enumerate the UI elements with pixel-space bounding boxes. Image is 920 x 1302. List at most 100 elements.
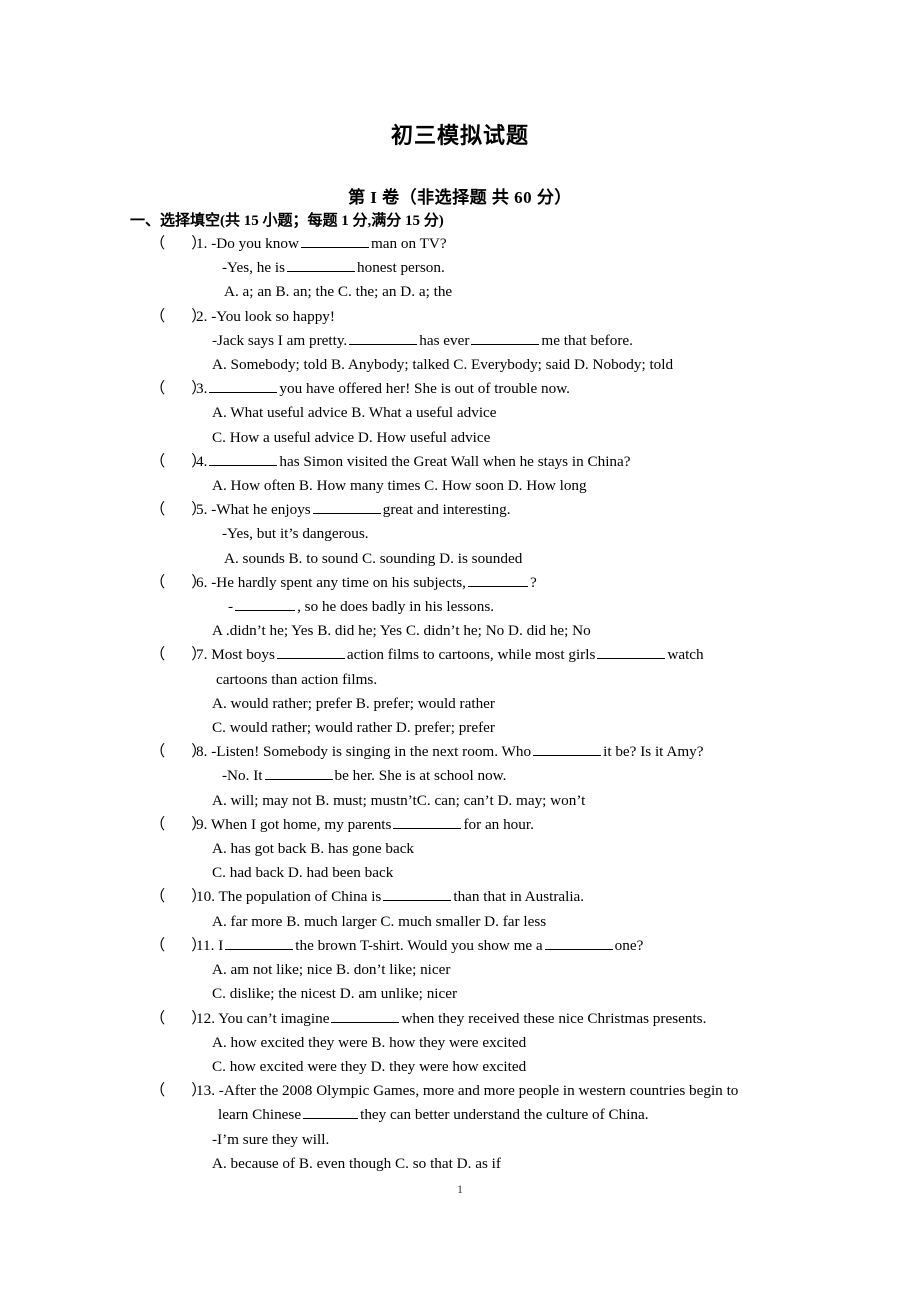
question-options[interactable]: A. because of B. even though C. so that … (150, 1152, 810, 1176)
answer-blank (331, 1007, 400, 1023)
question-options[interactable]: A. far more B. much larger C. much small… (150, 910, 810, 934)
question-item: （）11. Ithe brown T-shirt. Would you show… (150, 934, 810, 1007)
question-stem: （）7. Most boys action films to cartoons, … (150, 643, 810, 667)
question-stem: （）10. The population of China is than tha… (150, 885, 810, 909)
question-number: 2. (196, 307, 208, 325)
question-item: （）8. -Listen! Somebody is singing in the… (150, 740, 810, 813)
answer-bracket[interactable]: （） (150, 1079, 206, 1103)
question-list: （）1. -Do you know man on TV? -Yes, he is h… (150, 232, 810, 1176)
question-options[interactable]: A. will; may not B. must; mustn’tC. can;… (150, 789, 810, 813)
answer-bracket[interactable]: （） (150, 1007, 206, 1031)
question-continuation: learn Chinese they can better understand … (150, 1103, 810, 1127)
answer-blank (544, 934, 613, 950)
question-number: 10. (196, 888, 215, 906)
answer-bracket[interactable]: （） (150, 571, 206, 595)
answer-bracket[interactable]: （） (150, 934, 206, 958)
answer-blank (264, 765, 333, 781)
answer-bracket[interactable]: （） (150, 740, 206, 764)
answer-blank (235, 596, 296, 612)
question-item: （）13. -After the 2008 Olympic Games, mor… (150, 1079, 810, 1176)
answer-blank (393, 813, 462, 829)
question-continuation: cartoons than action films. (216, 670, 378, 688)
question-item: （）12. You can’t imagine when they receive… (150, 1007, 810, 1080)
question-stem: （）13. -After the 2008 Olympic Games, mor… (150, 1079, 810, 1103)
question-stem: （）3. you have offered her! She is out of … (150, 377, 810, 401)
question-item: （）1. -Do you know man on TV? -Yes, he is h… (150, 232, 810, 305)
question-number: 6. (196, 573, 208, 591)
answer-blank (303, 1104, 359, 1120)
answer-blank (209, 378, 278, 394)
question-item: （）2. -You look so happy! -Jack says I am… (150, 305, 810, 378)
question-options[interactable]: C. How a useful advice D. How useful adv… (150, 426, 810, 450)
section-heading: 一、选择填空(共 15 小题；每题 1 分,满分 15 分) (130, 213, 444, 229)
answer-bracket[interactable]: （） (150, 377, 206, 401)
answer-blank (300, 233, 369, 248)
question-options[interactable]: A. has got back B. has gone back (150, 837, 810, 861)
question-item: （）10. The population of China is than tha… (150, 885, 810, 933)
answer-bracket[interactable]: （） (150, 450, 206, 474)
question-options[interactable]: A. a; an B. an; the C. the; an D. a; the (150, 280, 810, 304)
question-stem: （）6. -He hardly spent any time on his su… (150, 571, 810, 595)
exam-page: 初三模拟试题 第 I 卷（非选择题 共 60 分） 一、选择填空(共 15 小题… (0, 0, 920, 1302)
answer-blank (209, 450, 278, 466)
question-number: 3. (196, 380, 208, 398)
answer-bracket[interactable]: （） (150, 885, 206, 909)
question-options[interactable]: A. sounds B. to sound C. sounding D. is … (150, 547, 810, 571)
question-item: （）4. has Simon visited the Great Wall whe… (150, 450, 810, 498)
question-stem: （）12. You can’t imagine when they receive… (150, 1007, 810, 1031)
question-options[interactable]: A .didn’t he; Yes B. did he; Yes C. didn… (150, 619, 810, 643)
answer-bracket[interactable]: （） (150, 813, 206, 837)
question-item: （）9. When I got home, my parents for an h… (150, 813, 810, 886)
answer-blank (533, 741, 602, 757)
question-stem: （）5. -What he enjoys great and interestin… (150, 498, 810, 522)
question-stem: （）4. has Simon visited the Great Wall whe… (150, 450, 810, 474)
question-stem: （）8. -Listen! Somebody is singing in the… (150, 740, 810, 764)
answer-blank (597, 644, 666, 660)
question-number: 12. (196, 1009, 215, 1027)
question-reply: -Jack says I am pretty. has ever me that b… (150, 329, 810, 353)
question-number: 8. (196, 743, 208, 761)
question-number: 1. (196, 235, 208, 252)
question-reply: -No. It be her. She is at school now. (150, 764, 810, 788)
question-options[interactable]: A. would rather; prefer B. prefer; would… (150, 692, 810, 716)
question-number: 5. (196, 501, 208, 519)
question-reply: -, so he does badly in his lessons. (150, 595, 810, 619)
answer-blank (471, 329, 540, 345)
answer-bracket[interactable]: （） (150, 643, 206, 667)
question-options[interactable]: C. had back D. had been back (150, 861, 810, 885)
answer-blank (312, 499, 381, 515)
question-number: 13. (196, 1082, 215, 1100)
answer-bracket[interactable]: （） (150, 232, 206, 256)
question-number: 4. (196, 452, 208, 470)
question-item: （）3. you have offered her! She is out of … (150, 377, 810, 450)
question-reply: -Yes, but it’s dangerous. (222, 525, 369, 543)
page-title: 初三模拟试题 (390, 123, 529, 148)
question-options[interactable]: A. how excited they were B. how they wer… (150, 1031, 810, 1055)
answer-bracket[interactable]: （） (150, 498, 206, 522)
question-options[interactable]: C. dislike; the nicest D. am unlike; nic… (150, 982, 810, 1006)
question-item: （）5. -What he enjoys great and interestin… (150, 498, 810, 571)
answer-blank (349, 329, 418, 345)
question-reply: -I’m sure they will. (212, 1130, 330, 1148)
question-number: 11. (196, 936, 215, 954)
answer-blank (467, 571, 528, 587)
question-options[interactable]: C. how excited were they D. they were ho… (150, 1055, 810, 1079)
answer-bracket[interactable]: （） (150, 305, 206, 329)
answer-blank (225, 934, 294, 950)
question-options[interactable]: C. would rather; would rather D. prefer;… (150, 716, 810, 740)
page-number: 1 (457, 1182, 463, 1196)
question-item: （）6. -He hardly spent any time on his su… (150, 571, 810, 644)
question-item: （）7. Most boys action films to cartoons, … (150, 643, 810, 740)
question-stem: （）1. -Do you know man on TV? (150, 232, 810, 256)
question-reply: -Yes, he is honest person. (150, 256, 810, 280)
question-options[interactable]: A. What useful advice B. What a useful a… (150, 401, 810, 425)
question-options[interactable]: A. How often B. How many times C. How so… (150, 474, 810, 498)
paper-part-heading: 第 I 卷（非选择题 共 60 分） (348, 188, 572, 207)
question-options[interactable]: A. am not like; nice B. don’t like; nice… (150, 958, 810, 982)
answer-blank (276, 644, 345, 660)
question-stem: （）2. -You look so happy! (150, 305, 810, 329)
question-number: 9. (196, 815, 208, 833)
question-options[interactable]: A. Somebody; told B. Anybody; talked C. … (150, 353, 810, 377)
question-stem: （）9. When I got home, my parents for an h… (150, 813, 810, 837)
answer-blank (287, 257, 356, 273)
